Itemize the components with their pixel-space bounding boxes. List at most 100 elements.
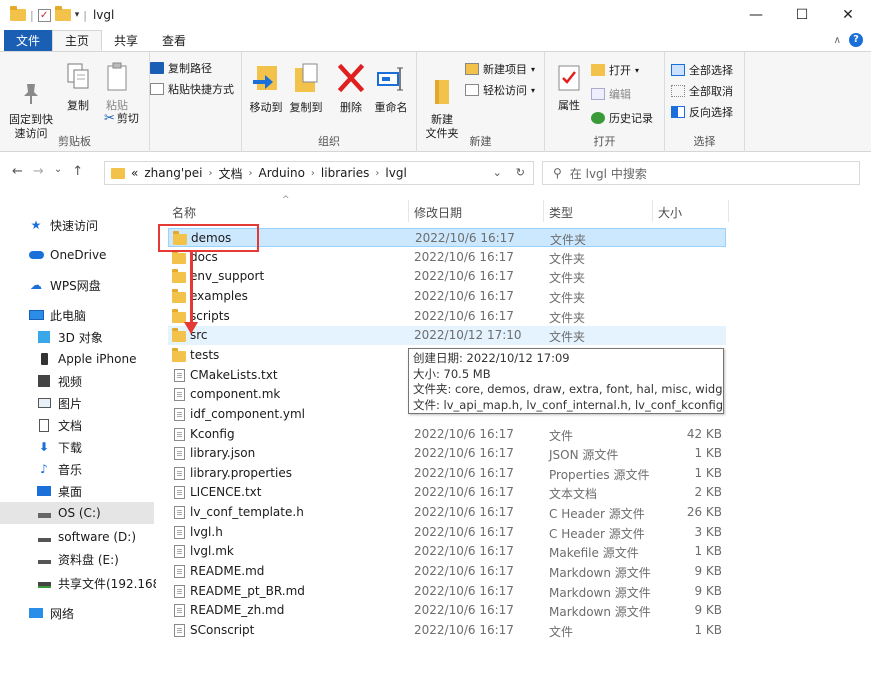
new-folder-button[interactable]: 新建 文件夹 xyxy=(423,62,461,141)
breadcrumb-zhangpei[interactable]: zhang'pei xyxy=(144,166,202,180)
column-header: ^ 名称 修改日期 类型 大小 xyxy=(160,195,730,224)
copy-button[interactable]: 复制 xyxy=(62,62,94,113)
column-type[interactable]: 类型 xyxy=(549,204,573,221)
file-date: 2022/10/6 16:17 xyxy=(414,544,514,559)
column-name[interactable]: 名称 xyxy=(172,204,196,221)
collapse-ribbon-icon[interactable]: ∧ xyxy=(834,35,841,46)
file-date: 2022/10/6 16:17 xyxy=(414,269,514,284)
tab-file[interactable]: 文件 xyxy=(4,30,53,51)
forward-arrow-icon[interactable]: → xyxy=(33,164,44,179)
sidebar-item-label: 资料盘 (E:) xyxy=(58,552,119,567)
sidebar-item-label: software (D:) xyxy=(58,530,136,544)
file-name: tests xyxy=(190,347,220,362)
music-icon: ♪ xyxy=(40,462,48,476)
tab-share[interactable]: 共享 xyxy=(102,30,150,51)
up-arrow-icon[interactable]: ↑ xyxy=(72,164,83,179)
close-button[interactable]: ✕ xyxy=(825,0,871,30)
column-size[interactable]: 大小 xyxy=(658,204,682,221)
properties-check-icon[interactable]: ✓ xyxy=(37,8,51,22)
new-folder-icon[interactable] xyxy=(54,6,71,21)
network-drive-icon xyxy=(36,576,52,590)
minimize-button[interactable]: — xyxy=(733,0,779,30)
open-button[interactable]: 打开 ▾ xyxy=(591,62,639,78)
paste-button[interactable]: 粘贴 xyxy=(100,62,134,113)
folder-icon[interactable] xyxy=(10,6,26,21)
tab-view[interactable]: 查看 xyxy=(150,30,198,51)
file-type: Markdown 源文件 xyxy=(549,585,651,600)
file-row[interactable]: env_support 2022/10/6 16:17 文件夹 xyxy=(168,267,726,286)
search-placeholder: 在 lvgl 中搜索 xyxy=(569,166,647,181)
breadcrumb-lvgl[interactable]: lvgl xyxy=(385,166,406,180)
file-name: examples xyxy=(190,288,248,303)
chevron-right-icon[interactable]: › xyxy=(375,168,379,179)
file-row[interactable]: lvgl.mk 2022/10/6 16:17 Makefile 源文件 1 KB xyxy=(168,542,726,561)
address-bar[interactable]: « zhang'pei › 文档 › Arduino › libraries ›… xyxy=(104,161,534,185)
file-row[interactable]: library.properties 2022/10/6 16:17 Propert… xyxy=(168,464,726,483)
edit-button[interactable]: 编辑 xyxy=(591,86,631,102)
file-row[interactable]: LICENCE.txt 2022/10/6 16:17 文本文档 2 KB xyxy=(168,483,726,502)
pin-icon xyxy=(24,84,38,104)
file-row[interactable]: examples 2022/10/6 16:17 文件夹 xyxy=(168,287,726,306)
file-row[interactable]: README.md 2022/10/6 16:17 Markdown 源文件 9 KB xyxy=(168,562,726,581)
maximize-button[interactable]: ☐ xyxy=(779,0,825,30)
copy-to-button[interactable]: 复制到 xyxy=(288,62,324,115)
back-arrow-icon[interactable]: ← xyxy=(12,164,23,179)
new-group-label: 新建 xyxy=(469,135,492,148)
file-row[interactable]: README_pt_BR.md 2022/10/6 16:17 Markdown 源… xyxy=(168,582,726,601)
chevron-right-icon[interactable]: › xyxy=(208,168,212,179)
breadcrumb-libraries[interactable]: libraries xyxy=(321,166,369,180)
properties-button[interactable]: 属性 xyxy=(553,62,585,113)
sidebar-item-this-pc[interactable]: 此电脑 xyxy=(28,304,182,326)
folder-icon xyxy=(172,288,186,303)
select-none-button[interactable]: 全部取消 xyxy=(671,83,733,99)
history-dropdown-icon[interactable]: ⌄ xyxy=(493,166,502,179)
cloud-icon xyxy=(28,248,44,262)
chevron-down-icon[interactable]: ▾ xyxy=(75,10,80,20)
download-icon: ⬇ xyxy=(38,440,50,454)
sidebar-item-network[interactable]: 网络 xyxy=(28,602,182,624)
chevron-right-icon[interactable]: › xyxy=(248,168,252,179)
select-all-button[interactable]: 全部选择 xyxy=(671,62,733,78)
file-name: lvgl.h xyxy=(190,524,223,539)
delete-x-icon xyxy=(337,63,365,93)
chevron-down-icon: ▾ xyxy=(635,65,640,75)
chevron-right-icon[interactable]: › xyxy=(311,168,315,179)
column-date[interactable]: 修改日期 xyxy=(414,204,462,221)
file-row[interactable]: scripts 2022/10/6 16:17 文件夹 xyxy=(168,307,726,326)
refresh-icon[interactable]: ↻ xyxy=(516,166,525,179)
rename-button[interactable]: 重命名 xyxy=(372,62,410,115)
sidebar-item-shared-network[interactable]: 共享文件(192.168.( xyxy=(36,572,156,594)
recent-chevron-icon[interactable]: ⌄ xyxy=(54,164,62,179)
invert-selection-icon xyxy=(671,106,685,118)
tab-home[interactable]: 主页 xyxy=(52,30,103,51)
file-row[interactable]: README_zh.md 2022/10/6 16:17 Markdown 源文件 9… xyxy=(168,601,726,620)
move-to-button[interactable]: 移动到 xyxy=(248,62,284,115)
file-row[interactable]: src 2022/10/12 17:10 文件夹 xyxy=(168,326,726,346)
sidebar-item-os-c[interactable]: OS (C:) xyxy=(0,502,154,524)
ribbon: 固定到快 速访问 复制 粘贴 ✂ 剪切 剪贴板 复制路径 粘贴快捷方式 移动到 xyxy=(0,51,871,152)
folder-icon xyxy=(172,308,186,323)
sidebar-item-wps[interactable]: ☁ WPS网盘 xyxy=(28,274,182,296)
history-button[interactable]: 历史记录 xyxy=(591,110,653,126)
file-row[interactable]: Kconfig 2022/10/6 16:17 文件 42 KB xyxy=(168,425,726,444)
overflow-crumb[interactable]: « xyxy=(131,166,138,180)
file-size: 26 KB xyxy=(686,505,722,520)
file-row[interactable]: library.json 2022/10/6 16:17 JSON 源文件 1 KB xyxy=(168,444,726,463)
network-icon xyxy=(28,606,44,620)
new-item-button[interactable]: 新建项目 ▾ xyxy=(465,61,535,77)
breadcrumb-documents[interactable]: 文档 xyxy=(218,165,242,182)
cut-button[interactable]: ✂ 剪切 xyxy=(104,112,144,126)
pin-quick-access-button[interactable]: 固定到快 速访问 xyxy=(6,66,56,141)
help-icon[interactable]: ? xyxy=(849,33,863,47)
delete-button[interactable]: 删除 xyxy=(336,62,366,115)
file-row[interactable]: lvgl.h 2022/10/6 16:17 C Header 源文件 3 KB xyxy=(168,523,726,542)
file-date: 2022/10/12 17:10 xyxy=(414,328,522,343)
breadcrumb-arduino[interactable]: Arduino xyxy=(258,166,304,180)
easy-access-button[interactable]: 轻松访问 ▾ xyxy=(465,82,535,98)
search-box[interactable]: ⚲ 在 lvgl 中搜索 xyxy=(542,161,860,185)
invert-selection-button[interactable]: 反向选择 xyxy=(671,104,733,120)
file-row[interactable]: SConscript 2022/10/6 16:17 文件 1 KB xyxy=(168,621,726,640)
file-date: 2022/10/6 16:17 xyxy=(414,308,514,323)
file-row[interactable]: lv_conf_template.h 2022/10/6 16:17 C Heade… xyxy=(168,503,726,522)
picture-icon xyxy=(36,396,52,410)
